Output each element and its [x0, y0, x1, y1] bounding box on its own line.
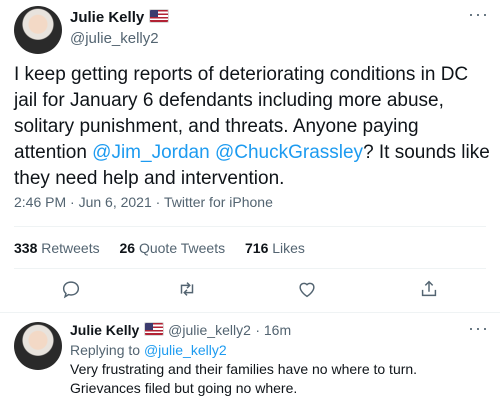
quote-tweets-stat[interactable]: 26 Quote Tweets	[120, 240, 226, 256]
reply-button[interactable]	[60, 278, 84, 302]
tweet-stats: 338 Retweets 26 Quote Tweets 716 Likes	[14, 240, 305, 256]
divider-middle	[14, 268, 486, 269]
tweet-text: I keep getting reports of deteriorating …	[14, 62, 490, 192]
retweet-icon	[180, 282, 194, 296]
reply-icon	[62, 281, 80, 299]
divider-bottom	[0, 312, 500, 313]
retweets-label: Retweets	[41, 240, 100, 256]
reply-author-name[interactable]: Julie Kelly	[70, 322, 139, 338]
author-handle[interactable]: @julie_kelly2	[70, 30, 159, 47]
mention-jim-jordan[interactable]: @Jim_Jordan	[92, 142, 210, 163]
reply-author-avatar[interactable]	[14, 322, 62, 370]
reply-author-handle[interactable]: @julie_kelly2	[168, 322, 251, 338]
reply-header: Julie Kelly @julie_kelly2 · 16m	[70, 322, 291, 340]
replying-to-label: Replying to	[70, 342, 141, 358]
likes-stat[interactable]: 716 Likes	[245, 240, 305, 256]
retweet-button[interactable]	[176, 278, 200, 302]
us-flag-icon	[148, 9, 169, 23]
share-button[interactable]	[418, 278, 442, 302]
retweets-stat[interactable]: 338 Retweets	[14, 240, 100, 256]
author-avatar[interactable]	[14, 6, 62, 54]
reply-text: Very frustrating and their families have…	[70, 361, 418, 396]
heart-icon	[299, 282, 315, 298]
share-icon	[421, 280, 437, 297]
reply-time[interactable]: · 16m	[255, 322, 291, 338]
quote-tweets-count: 26	[119, 240, 136, 256]
tweet-timestamp[interactable]: 2:46 PM · Jun 6, 2021 · Twitter for iPho…	[14, 194, 273, 210]
replying-to: Replying to @julie_kelly2	[70, 342, 227, 358]
likes-label: Likes	[272, 240, 305, 256]
like-button[interactable]	[296, 278, 320, 302]
more-options-icon[interactable]: ···	[468, 4, 489, 25]
quote-tweets-label: Quote Tweets	[138, 240, 226, 256]
divider-top	[14, 226, 486, 227]
author-name[interactable]: Julie Kelly	[70, 9, 144, 26]
retweets-count: 338	[14, 240, 38, 256]
us-flag-icon	[143, 322, 164, 336]
likes-count: 716	[245, 240, 269, 256]
reply-more-options-icon[interactable]: ···	[468, 318, 489, 339]
mention-chuck-grassley[interactable]: @ChuckGrassley	[215, 142, 363, 163]
replying-to-handle[interactable]: @julie_kelly2	[144, 342, 227, 358]
